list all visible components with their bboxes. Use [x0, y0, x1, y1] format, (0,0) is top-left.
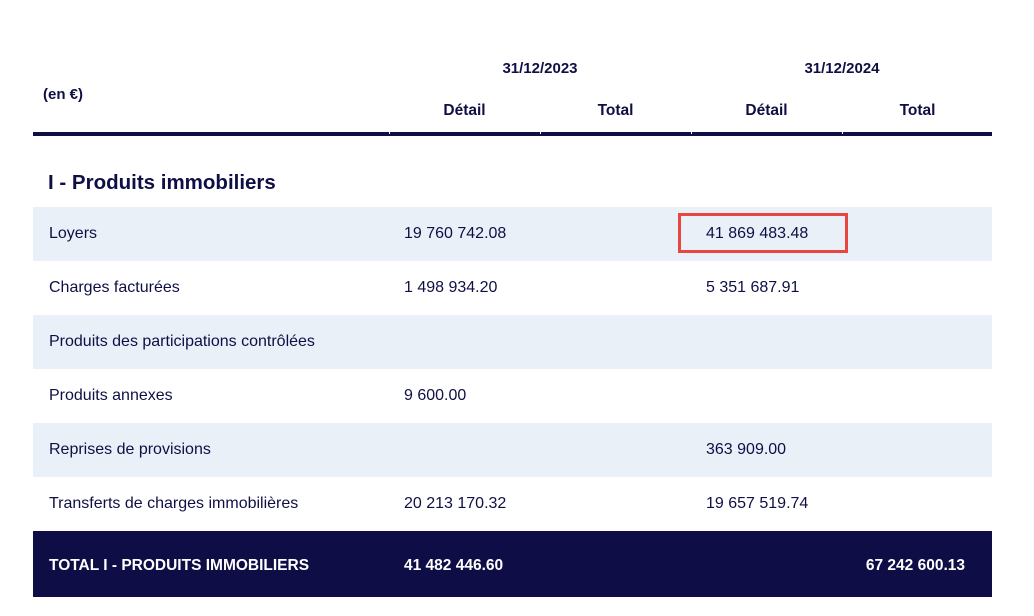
- detail-2023-value: 20 213 170.32: [404, 495, 507, 512]
- row-label: Reprises de provisions: [49, 441, 211, 458]
- detail-2023-value: 1 498 934.20: [404, 279, 498, 296]
- row-label: Transferts de charges immobilières: [49, 495, 299, 512]
- detail-2023-value: 9 600.00: [404, 387, 467, 404]
- table-header: (en €) 31/12/2023 31/12/2024 Détail Tota…: [33, 0, 992, 136]
- total-row: TOTAL I - PRODUITS IMMOBILIERS 41 482 44…: [33, 531, 992, 597]
- detail-2023-value: 19 760 742.08: [404, 225, 507, 242]
- table-row: Produits des participations contrôlées: [33, 315, 992, 369]
- row-label: Charges facturées: [49, 279, 180, 296]
- total-2024-value: 67 242 600.13: [865, 557, 965, 574]
- col-total-2024: Total: [899, 102, 936, 119]
- column-divider: [389, 130, 390, 134]
- table-row: Reprises de provisions 363 909.00: [33, 423, 992, 477]
- col-total-2023: Total: [597, 102, 634, 119]
- row-label: Loyers: [49, 225, 98, 242]
- column-divider: [842, 130, 843, 134]
- column-divider: [540, 130, 541, 134]
- col-detail-2023: Détail: [443, 102, 486, 119]
- col-detail-2024: Détail: [745, 102, 788, 119]
- date-2024: 31/12/2024: [804, 60, 880, 77]
- table-row: Produits annexes 9 600.00: [33, 369, 992, 423]
- table-row: Transferts de charges immobilières 20 21…: [33, 477, 992, 531]
- date-2023: 31/12/2023: [502, 60, 578, 77]
- row-label: Produits annexes: [49, 387, 173, 404]
- section-title: I - Produits immobiliers: [48, 171, 276, 194]
- detail-2024-value: 5 351 687.91: [706, 279, 800, 296]
- detail-2024-value: 19 657 519.74: [706, 495, 809, 512]
- total-2023-value: 41 482 446.60: [404, 557, 504, 574]
- table-row: Charges facturées 1 498 934.20 5 351 687…: [33, 261, 992, 315]
- unit-label: (en €): [43, 86, 84, 103]
- income-table: (en €) 31/12/2023 31/12/2024 Détail Tota…: [33, 0, 992, 597]
- total-label: TOTAL I - PRODUITS IMMOBILIERS: [49, 557, 310, 574]
- detail-2024-value: 363 909.00: [706, 441, 787, 458]
- section-heading: I - Produits immobiliers: [33, 136, 992, 207]
- column-divider: [691, 130, 692, 134]
- row-label: Produits des participations contrôlées: [49, 333, 315, 350]
- detail-2024-value: 41 869 483.48: [706, 225, 809, 242]
- table-row: Loyers 19 760 742.08 41 869 483.48: [33, 207, 992, 261]
